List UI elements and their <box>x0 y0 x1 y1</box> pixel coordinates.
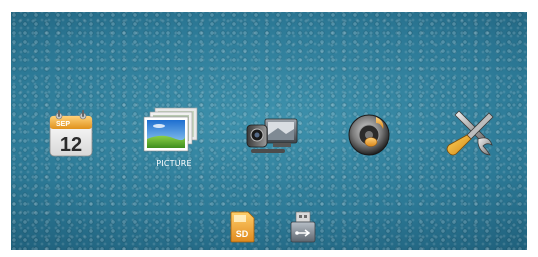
calendar-icon: SEP 12 <box>49 110 93 157</box>
calendar-menu-item[interactable]: SEP 12 <box>41 104 101 164</box>
sd-card-icon: SD <box>230 211 255 243</box>
usb-drive-item[interactable] <box>286 210 320 244</box>
calendar-month: SEP <box>56 121 70 128</box>
calendar-day: 12 <box>60 134 82 156</box>
picture-label: PICTURE <box>156 159 192 168</box>
video-menu-item[interactable] <box>242 105 302 165</box>
sd-card-item[interactable]: SD <box>225 210 259 244</box>
main-menu-screen: SEP 12 PICTURE SD <box>11 12 527 250</box>
music-speaker-icon <box>348 114 390 156</box>
sd-card-text: SD <box>236 229 249 239</box>
wrench-screwdriver-icon <box>446 110 494 156</box>
music-menu-item[interactable] <box>341 104 401 164</box>
video-camera-icon <box>246 118 298 153</box>
settings-menu-item[interactable] <box>441 104 501 164</box>
picture-icon <box>143 107 198 152</box>
usb-drive-icon <box>290 211 316 243</box>
picture-menu-item[interactable] <box>141 100 201 160</box>
